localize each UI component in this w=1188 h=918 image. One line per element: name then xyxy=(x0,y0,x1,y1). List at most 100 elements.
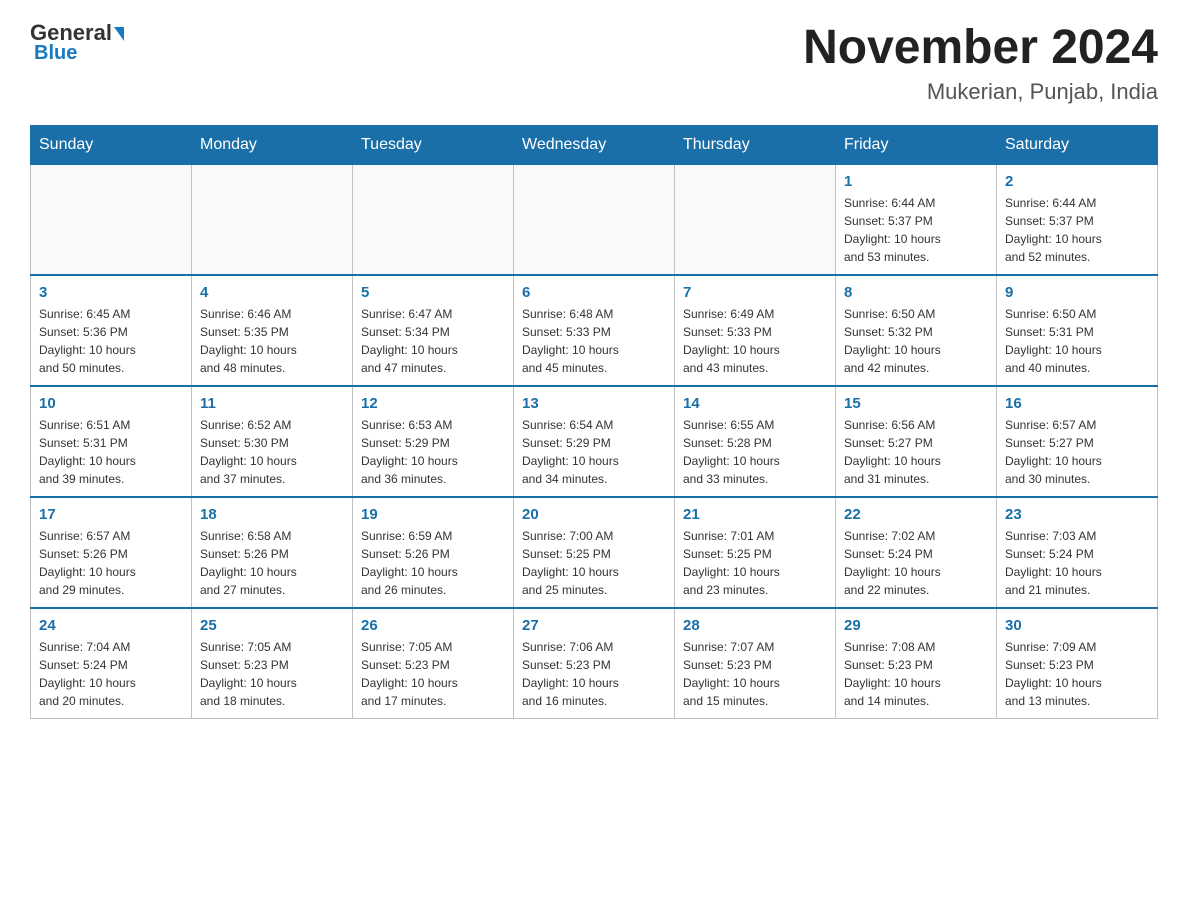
table-row: 27Sunrise: 7:06 AMSunset: 5:23 PMDayligh… xyxy=(514,608,675,719)
logo-blue: Blue xyxy=(34,42,77,65)
table-row: 2 Sunrise: 6:44 AMSunset: 5:37 PMDaylight… xyxy=(997,165,1158,276)
table-row xyxy=(31,165,192,276)
table-row: 22 Sunrise: 7:02 AMSunset: 5:24 PMDayligh… xyxy=(836,497,997,608)
day-number: 26 xyxy=(361,617,505,634)
day-number: 7 xyxy=(683,284,827,301)
table-row: 13 Sunrise: 6:54 AMSunset: 5:29 PMDayligh… xyxy=(514,386,675,497)
title-area: November 2024 Mukerian, Punjab, India xyxy=(803,20,1158,105)
day-info: Sunrise: 6:56 AMSunset: 5:27 PMDaylight:… xyxy=(844,416,988,488)
day-info: Sunrise: 6:55 AMSunset: 5:28 PMDaylight:… xyxy=(683,416,827,488)
day-number: 15 xyxy=(844,395,988,412)
table-row: 29Sunrise: 7:08 AMSunset: 5:23 PMDayligh… xyxy=(836,608,997,719)
day-info: Sunrise: 6:59 AMSunset: 5:26 PMDaylight:… xyxy=(361,527,505,599)
col-monday: Monday xyxy=(192,126,353,165)
day-number: 20 xyxy=(522,506,666,523)
table-row: 1 Sunrise: 6:44 AMSunset: 5:37 PMDaylight… xyxy=(836,165,997,276)
day-number: 9 xyxy=(1005,284,1149,301)
logo: General Blue xyxy=(30,20,124,65)
table-row: 6 Sunrise: 6:48 AMSunset: 5:33 PMDaylight… xyxy=(514,275,675,386)
table-row: 11Sunrise: 6:52 AMSunset: 5:30 PMDayligh… xyxy=(192,386,353,497)
page-title: November 2024 xyxy=(803,20,1158,75)
day-number: 2 xyxy=(1005,173,1149,190)
table-row: 21 Sunrise: 7:01 AMSunset: 5:25 PMDayligh… xyxy=(675,497,836,608)
day-info: Sunrise: 6:57 AMSunset: 5:27 PMDaylight:… xyxy=(1005,416,1149,488)
day-number: 6 xyxy=(522,284,666,301)
day-number: 10 xyxy=(39,395,183,412)
day-number: 21 xyxy=(683,506,827,523)
day-info: Sunrise: 6:44 AMSunset: 5:37 PMDaylight:… xyxy=(1005,194,1149,266)
table-row: 24 Sunrise: 7:04 AMSunset: 5:24 PMDayligh… xyxy=(31,608,192,719)
table-row: 25 Sunrise: 7:05 AMSunset: 5:23 PMDayligh… xyxy=(192,608,353,719)
table-row: 30 Sunrise: 7:09 AMSunset: 5:23 PMDayligh… xyxy=(997,608,1158,719)
day-number: 12 xyxy=(361,395,505,412)
day-number: 28 xyxy=(683,617,827,634)
day-info: Sunrise: 6:51 AMSunset: 5:31 PMDaylight:… xyxy=(39,416,183,488)
day-info: Sunrise: 6:46 AMSunset: 5:35 PMDaylight:… xyxy=(200,305,344,377)
day-info: Sunrise: 6:49 AMSunset: 5:33 PMDaylight:… xyxy=(683,305,827,377)
day-info: Sunrise: 7:04 AMSunset: 5:24 PMDaylight:… xyxy=(39,638,183,710)
table-row: 7 Sunrise: 6:49 AMSunset: 5:33 PMDaylight… xyxy=(675,275,836,386)
day-number: 25 xyxy=(200,617,344,634)
day-number: 24 xyxy=(39,617,183,634)
col-saturday: Saturday xyxy=(997,126,1158,165)
table-row: 18 Sunrise: 6:58 AMSunset: 5:26 PMDayligh… xyxy=(192,497,353,608)
day-info: Sunrise: 7:09 AMSunset: 5:23 PMDaylight:… xyxy=(1005,638,1149,710)
calendar-week-2: 3 Sunrise: 6:45 AMSunset: 5:36 PMDaylight… xyxy=(31,275,1158,386)
table-row xyxy=(675,165,836,276)
table-row xyxy=(353,165,514,276)
calendar-week-4: 17 Sunrise: 6:57 AMSunset: 5:26 PMDayligh… xyxy=(31,497,1158,608)
day-number: 5 xyxy=(361,284,505,301)
day-number: 27 xyxy=(522,617,666,634)
day-number: 4 xyxy=(200,284,344,301)
day-info: Sunrise: 6:52 AMSunset: 5:30 PMDaylight:… xyxy=(200,416,344,488)
day-number: 30 xyxy=(1005,617,1149,634)
calendar-header-row: Sunday Monday Tuesday Wednesday Thursday… xyxy=(31,126,1158,165)
day-number: 1 xyxy=(844,173,988,190)
day-info: Sunrise: 6:50 AMSunset: 5:31 PMDaylight:… xyxy=(1005,305,1149,377)
col-thursday: Thursday xyxy=(675,126,836,165)
table-row: 3 Sunrise: 6:45 AMSunset: 5:36 PMDaylight… xyxy=(31,275,192,386)
col-tuesday: Tuesday xyxy=(353,126,514,165)
table-row: 8Sunrise: 6:50 AMSunset: 5:32 PMDaylight… xyxy=(836,275,997,386)
table-row: 14 Sunrise: 6:55 AMSunset: 5:28 PMDayligh… xyxy=(675,386,836,497)
col-sunday: Sunday xyxy=(31,126,192,165)
table-row xyxy=(192,165,353,276)
table-row: 28 Sunrise: 7:07 AMSunset: 5:23 PMDayligh… xyxy=(675,608,836,719)
day-info: Sunrise: 6:47 AMSunset: 5:34 PMDaylight:… xyxy=(361,305,505,377)
day-number: 8 xyxy=(844,284,988,301)
day-info: Sunrise: 6:45 AMSunset: 5:36 PMDaylight:… xyxy=(39,305,183,377)
table-row: 26 Sunrise: 7:05 AMSunset: 5:23 PMDayligh… xyxy=(353,608,514,719)
day-number: 3 xyxy=(39,284,183,301)
table-row: 17 Sunrise: 6:57 AMSunset: 5:26 PMDayligh… xyxy=(31,497,192,608)
day-info: Sunrise: 7:07 AMSunset: 5:23 PMDaylight:… xyxy=(683,638,827,710)
day-info: Sunrise: 6:57 AMSunset: 5:26 PMDaylight:… xyxy=(39,527,183,599)
day-info: Sunrise: 7:01 AMSunset: 5:25 PMDaylight:… xyxy=(683,527,827,599)
day-info: Sunrise: 6:44 AMSunset: 5:37 PMDaylight:… xyxy=(844,194,988,266)
day-info: Sunrise: 6:58 AMSunset: 5:26 PMDaylight:… xyxy=(200,527,344,599)
table-row: 9 Sunrise: 6:50 AMSunset: 5:31 PMDaylight… xyxy=(997,275,1158,386)
day-info: Sunrise: 7:02 AMSunset: 5:24 PMDaylight:… xyxy=(844,527,988,599)
table-row: 20 Sunrise: 7:00 AMSunset: 5:25 PMDayligh… xyxy=(514,497,675,608)
day-number: 19 xyxy=(361,506,505,523)
day-number: 18 xyxy=(200,506,344,523)
header: General Blue November 2024 Mukerian, Pun… xyxy=(30,20,1158,105)
day-number: 13 xyxy=(522,395,666,412)
day-info: Sunrise: 7:00 AMSunset: 5:25 PMDaylight:… xyxy=(522,527,666,599)
day-info: Sunrise: 7:03 AMSunset: 5:24 PMDaylight:… xyxy=(1005,527,1149,599)
calendar-week-3: 10 Sunrise: 6:51 AMSunset: 5:31 PMDayligh… xyxy=(31,386,1158,497)
day-info: Sunrise: 6:54 AMSunset: 5:29 PMDaylight:… xyxy=(522,416,666,488)
table-row: 10 Sunrise: 6:51 AMSunset: 5:31 PMDayligh… xyxy=(31,386,192,497)
day-number: 16 xyxy=(1005,395,1149,412)
day-number: 23 xyxy=(1005,506,1149,523)
day-number: 22 xyxy=(844,506,988,523)
day-number: 14 xyxy=(683,395,827,412)
day-number: 17 xyxy=(39,506,183,523)
col-friday: Friday xyxy=(836,126,997,165)
day-info: Sunrise: 7:05 AMSunset: 5:23 PMDaylight:… xyxy=(361,638,505,710)
table-row: 19 Sunrise: 6:59 AMSunset: 5:26 PMDayligh… xyxy=(353,497,514,608)
day-info: Sunrise: 6:48 AMSunset: 5:33 PMDaylight:… xyxy=(522,305,666,377)
logo-triangle-icon xyxy=(114,27,124,41)
day-info: Sunrise: 7:05 AMSunset: 5:23 PMDaylight:… xyxy=(200,638,344,710)
table-row: 12Sunrise: 6:53 AMSunset: 5:29 PMDayligh… xyxy=(353,386,514,497)
table-row: 23 Sunrise: 7:03 AMSunset: 5:24 PMDayligh… xyxy=(997,497,1158,608)
